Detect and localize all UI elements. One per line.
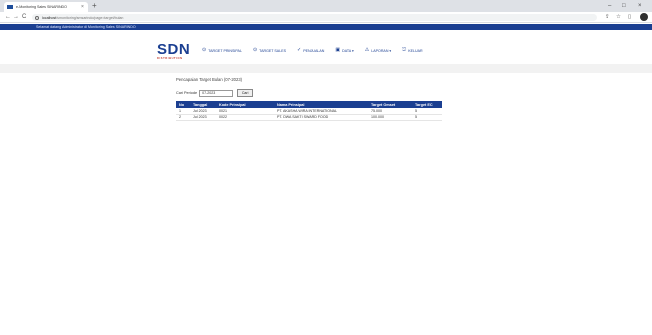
header-divider: [0, 64, 652, 73]
cell-no: 2: [176, 114, 190, 121]
share-icon[interactable]: ⇪: [605, 13, 610, 22]
period-input[interactable]: [199, 89, 234, 97]
address-bar[interactable]: localhost/smonitoring/smsarindo/page=tar…: [32, 14, 597, 21]
nav-label: PENJUALAN: [303, 48, 325, 53]
cell-ec: 5: [412, 114, 442, 121]
nav-data-dropdown[interactable]: ▣ DATA ▾: [335, 48, 353, 53]
header-tanggal: Tanggal: [190, 101, 216, 108]
table-row: 2 Jul 2023 0022 PT. DWA SAKTI SWARD FOOD…: [176, 114, 442, 121]
logout-icon: ⎋: [402, 47, 407, 53]
nav-target-sales[interactable]: ⊙ TARGET SALES: [253, 48, 286, 53]
close-window-button[interactable]: ×: [638, 1, 642, 11]
favicon-icon: [7, 5, 13, 9]
profile-avatar[interactable]: [640, 13, 648, 21]
header-target-ec: Target EC: [412, 101, 442, 108]
logo-main-text: SDN: [157, 41, 191, 58]
target-table: No Tanggal Kode Prinsipal Nama Prinsipal…: [176, 101, 442, 121]
search-button[interactable]: Cari: [237, 89, 254, 97]
header-nama-prinsipal: Nama Prinsipal: [274, 101, 368, 108]
page-title: Pencapaian Target Bulan (07-2023): [176, 77, 243, 82]
table-header-row: No Tanggal Kode Prinsipal Nama Prinsipal…: [176, 101, 442, 108]
header-kode-prinsipal: Kode Prinsipal: [216, 101, 274, 108]
nav-menu: ⊙ TARGET PRINSIPAL ⊙ TARGET SALES ✓ PENJ…: [202, 48, 423, 53]
nav-target-prinsipal[interactable]: ⊙ TARGET PRINSIPAL: [202, 48, 242, 53]
bookmark-star-icon[interactable]: ☆: [616, 13, 621, 22]
browser-toolbar: ← → C localhost/smonitoring/smsarindo/pa…: [0, 12, 652, 23]
report-icon: ⚠: [364, 47, 370, 53]
nav-penjualan[interactable]: ✓ PENJUALAN: [297, 48, 324, 53]
browser-tabstrip: e-Monitoring Sales SINARINDO × + – □ ×: [0, 0, 652, 12]
main-navbar: SDN DISTRIBUTION ⊙ TARGET PRINSIPAL ⊙ TA…: [0, 30, 652, 62]
cell-tanggal: Jul 2023: [190, 114, 216, 121]
nav-label: TARGET SALES: [259, 48, 286, 53]
url-path: /smonitoring/smsarindo/page=target/bulan: [56, 15, 124, 20]
reload-icon[interactable]: C: [22, 13, 26, 22]
header-no: No: [176, 101, 190, 108]
check-icon: ✓: [296, 47, 302, 53]
minimize-button[interactable]: –: [608, 1, 611, 11]
cell-omset: 100.000: [368, 114, 412, 121]
target-icon: ⊙: [252, 47, 258, 53]
header-target-omset: Target Omset: [368, 101, 412, 108]
nav-label: TARGET PRINSIPAL: [208, 48, 242, 53]
nav-label: DATA ▾: [342, 48, 354, 53]
search-label: Cari Periode: [176, 91, 198, 95]
browser-tab[interactable]: e-Monitoring Sales SINARINDO ×: [4, 2, 88, 12]
search-form: Cari Periode Cari: [176, 89, 254, 97]
sdn-logo[interactable]: SDN DISTRIBUTION: [157, 41, 191, 60]
tab-close-icon[interactable]: ×: [80, 4, 85, 10]
site-info-icon[interactable]: [35, 15, 39, 20]
nav-laporan-dropdown[interactable]: ⚠ LAPORAN ▾: [365, 48, 391, 53]
maximize-button[interactable]: □: [622, 1, 626, 11]
side-panel-icon[interactable]: ▯: [628, 13, 631, 22]
cell-kode: 0022: [216, 114, 274, 121]
cell-nama: PT. DWA SAKTI SWARD FOOD: [274, 114, 368, 121]
nav-label: KELUAR: [408, 48, 423, 53]
url-host: localhost: [42, 15, 57, 20]
url-text: localhost/smonitoring/smsarindo/page=tar…: [42, 16, 123, 20]
database-icon: ▣: [335, 47, 341, 53]
target-icon: ⊙: [202, 47, 207, 53]
tab-title: e-Monitoring Sales SINARINDO: [16, 5, 67, 9]
back-icon[interactable]: ←: [5, 13, 11, 22]
nav-label: LAPORAN ▾: [371, 48, 392, 53]
new-tab-button[interactable]: +: [92, 1, 97, 11]
nav-keluar[interactable]: ⎋ KELUAR: [402, 48, 422, 53]
forward-icon[interactable]: →: [13, 13, 19, 22]
